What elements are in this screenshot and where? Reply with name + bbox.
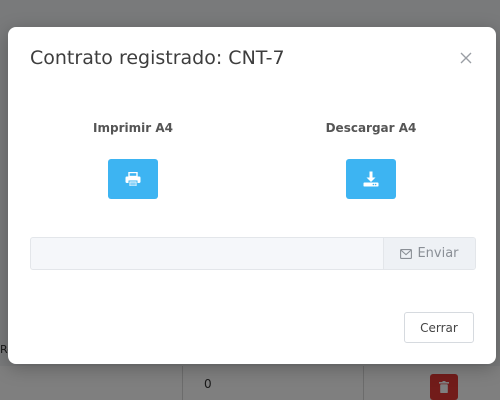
- cerrar-button[interactable]: Cerrar: [404, 312, 474, 343]
- envelope-icon: [400, 248, 413, 259]
- send-button-label: Enviar: [417, 246, 459, 261]
- print-a4-label: Imprimir A4: [93, 121, 173, 135]
- close-icon: [460, 52, 472, 64]
- printer-icon: [125, 171, 141, 187]
- email-input[interactable]: [31, 238, 383, 269]
- contract-registered-modal: Contrato registrado: CNT-7 Imprimir A4 D…: [8, 27, 496, 364]
- download-a4-section: Descargar A4: [271, 117, 471, 199]
- close-button[interactable]: [456, 48, 476, 68]
- download-a4-button[interactable]: [346, 159, 396, 199]
- send-email-group: Enviar: [30, 237, 476, 270]
- download-a4-label: Descargar A4: [325, 121, 417, 135]
- print-a4-button[interactable]: [108, 159, 158, 199]
- modal-title: Contrato registrado: CNT-7: [30, 47, 285, 69]
- send-button[interactable]: Enviar: [383, 238, 475, 269]
- print-a4-section: Imprimir A4: [33, 117, 233, 199]
- download-icon: [363, 171, 379, 187]
